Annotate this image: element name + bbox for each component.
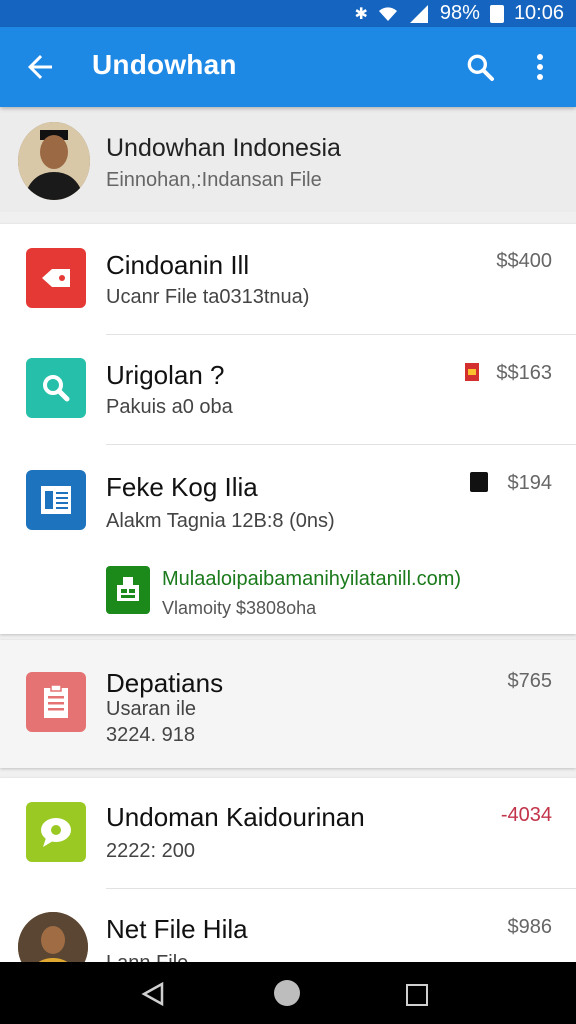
flag-icon (465, 363, 479, 381)
item-price: -4034 (500, 804, 552, 826)
page-title: Undowhan (92, 49, 237, 80)
list-card: Undoman Kaidourinan 2222: 200 -4034 Net … (0, 778, 576, 968)
item-subtitle: Ucanr File ta0313tnua) (106, 286, 310, 308)
list-item[interactable]: Cindoanin Ill Ucanr File ta0313tnua) $$4… (0, 224, 576, 334)
avatar (18, 122, 90, 200)
battery-icon (489, 4, 504, 23)
badge-icon (470, 472, 488, 492)
item-title: Urigolan ? (106, 360, 225, 390)
item-subtitle-2: 3224. 918 (106, 724, 195, 746)
profile-card[interactable]: Undowhan Indonesia Einnohan,:Indansan Fi… (0, 112, 576, 212)
item-title: Net File Hila (106, 914, 248, 944)
list-item[interactable]: Undoman Kaidourinan 2222: 200 -4034 (0, 778, 576, 888)
item-title: Cindoanin Ill (106, 250, 250, 280)
item-subtitle: Alakm Tagnia 12B:8 (0ns) (106, 510, 335, 532)
item-price: $986 (507, 916, 553, 938)
search-icon[interactable] (464, 51, 496, 83)
clipboard-icon (26, 672, 86, 732)
app-store-icon (106, 566, 150, 614)
item-subtitle: 2222: 200 (106, 840, 195, 862)
back-triangle-icon[interactable] (140, 980, 168, 1008)
document-icon (26, 470, 86, 530)
list-card: Depatians Usaran ile 3224. 918 $765 (0, 640, 576, 768)
item-price: $194 (507, 472, 553, 494)
home-circle-icon[interactable] (274, 980, 300, 1006)
battery-percent: 98% (439, 2, 480, 24)
tag-icon (26, 248, 86, 308)
list-card: Cindoanin Ill Ucanr File ta0313tnua) $$4… (0, 224, 576, 634)
profile-name: Undowhan Indonesia (106, 134, 341, 162)
item-title: Undoman Kaidourinan (106, 802, 365, 832)
wifi-icon (378, 6, 397, 21)
clock: 10:06 (513, 2, 564, 24)
sub-link[interactable]: Mulaaloipaibamanihyilatanill.com) (162, 568, 461, 591)
list-item[interactable]: Feke Kog Ilia Alakm Tagnia 12B:8 (0ns) $… (0, 444, 576, 634)
status-bar: ✱ 98% 10:06 (0, 0, 576, 27)
item-price: $$163 (496, 362, 552, 384)
back-arrow-icon[interactable] (22, 49, 58, 85)
sub-description: Vlamoity $3808oha (162, 598, 317, 618)
item-subtitle: Pakuis a0 oba (106, 396, 233, 418)
navigation-bar (0, 962, 576, 1024)
item-title: Feke Kog Ilia (106, 472, 258, 502)
item-price: $$400 (496, 250, 552, 272)
recents-square-icon[interactable] (406, 984, 428, 1006)
bluetooth-icon: ✱ (354, 5, 368, 23)
list-item[interactable]: Urigolan ? Pakuis a0 oba $$163 (0, 334, 576, 444)
list-item[interactable]: Depatians Usaran ile 3224. 918 $765 (0, 640, 576, 768)
item-subtitle: Usaran ile (106, 698, 197, 720)
app-bar: Undowhan (0, 27, 576, 107)
item-title: Depatians (106, 668, 224, 698)
more-vert-icon[interactable] (528, 51, 552, 83)
item-price: $765 (507, 670, 553, 692)
search-icon (26, 358, 86, 418)
avatar (18, 912, 88, 968)
signal-icon (409, 4, 428, 23)
list-item[interactable]: Net File Hila Lann File $986 (0, 888, 576, 968)
chat-bubble-icon (26, 802, 86, 862)
profile-subtitle: Einnohan,:Indansan File (106, 169, 322, 191)
